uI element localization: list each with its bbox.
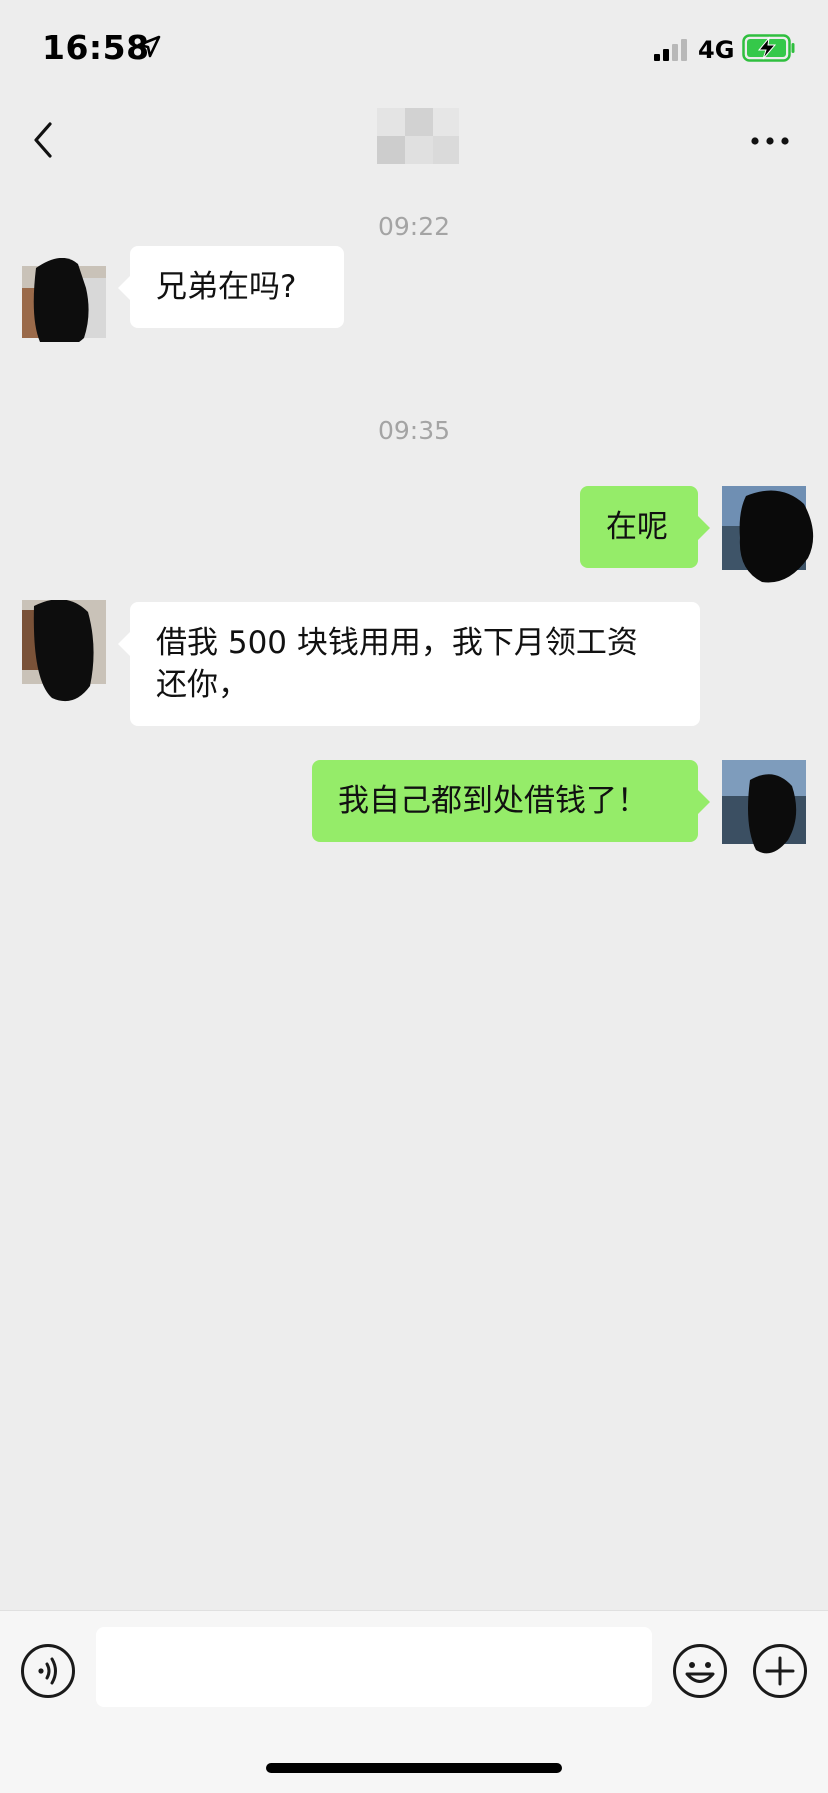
message-text: 我自己都到处借钱了！ <box>338 783 648 819</box>
contact-avatar[interactable] <box>22 258 106 342</box>
timestamp: 09:22 <box>377 212 451 241</box>
message-bubble[interactable]: 在呢 <box>580 486 710 568</box>
timestamp: 09:35 <box>377 416 451 445</box>
message-bubble[interactable]: 借我 500 块钱用用，我下月领工资 还你， <box>118 602 700 726</box>
contact-avatar[interactable] <box>22 600 106 701</box>
chat-area[interactable]: 09:22 兄弟在吗? 09:35 在呢 借我 500 块钱用用，我下月领工资 <box>0 188 828 1610</box>
more-icon[interactable] <box>750 134 790 148</box>
self-avatar[interactable] <box>722 486 814 583</box>
signal-icon <box>654 39 687 61</box>
message-text: 在呢 <box>606 509 668 545</box>
home-indicator <box>266 1763 562 1773</box>
status-bar: 16:58 4G <box>0 0 828 96</box>
plus-icon[interactable] <box>752 1643 808 1699</box>
location-arrow-icon <box>137 35 161 58</box>
contact-name-blurred <box>377 108 459 164</box>
battery-charging-icon <box>742 34 795 62</box>
network-label: 4G <box>698 36 735 64</box>
message-text-line: 借我 500 块钱用用，我下月领工资 <box>156 625 638 661</box>
input-bar <box>0 1610 828 1793</box>
message-input[interactable] <box>96 1627 652 1707</box>
message-text: 兄弟在吗? <box>156 269 297 305</box>
voice-icon[interactable] <box>20 1643 76 1699</box>
message-bubble[interactable]: 我自己都到处借钱了！ <box>312 760 710 842</box>
message-text-line: 还你， <box>156 667 249 703</box>
self-avatar[interactable] <box>722 760 806 854</box>
message-bubble[interactable]: 兄弟在吗? <box>118 246 344 328</box>
emoji-icon[interactable] <box>672 1643 728 1699</box>
status-time: 16:58 <box>42 28 150 67</box>
back-chevron-icon[interactable] <box>28 118 56 162</box>
nav-bar <box>0 96 828 188</box>
